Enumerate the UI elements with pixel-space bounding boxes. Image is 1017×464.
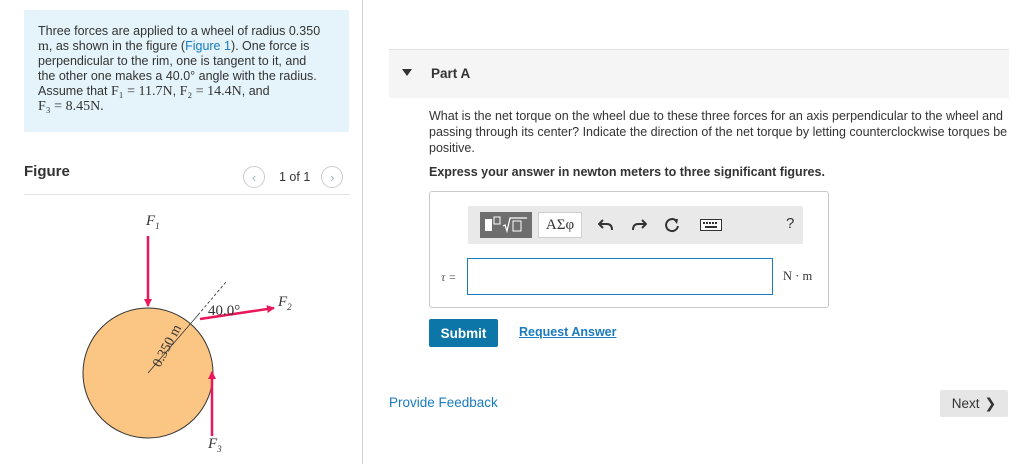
reset-icon bbox=[665, 218, 679, 233]
keyboard-button[interactable] bbox=[698, 215, 724, 235]
figure-link[interactable]: Figure 1 bbox=[185, 39, 231, 53]
pager-text: 1 of 1 bbox=[279, 170, 311, 184]
next-label: Next bbox=[951, 396, 980, 411]
f3-label: F3 bbox=[207, 436, 222, 454]
left-panel: Three forces are applied to a wheel of r… bbox=[0, 0, 363, 464]
request-answer-link[interactable]: Request Answer bbox=[519, 325, 616, 339]
chevron-right-icon: ❯ bbox=[984, 395, 997, 411]
undo-icon bbox=[598, 219, 613, 231]
figure-title: Figure bbox=[24, 163, 70, 180]
answer-variable-label: τ = bbox=[441, 270, 457, 284]
question-text: What is the net torque on the wheel due … bbox=[429, 109, 1008, 155]
problem-text: Assume that bbox=[38, 84, 108, 98]
undo-button[interactable] bbox=[595, 215, 617, 235]
redo-icon bbox=[632, 219, 647, 231]
problem-text: perpendicular to the rim, one is tangent… bbox=[38, 54, 307, 68]
radius-unit: m bbox=[38, 39, 49, 54]
problem-text: , as shown in the figure ( bbox=[48, 39, 186, 53]
right-panel: Part A What is the net torque on the whe… bbox=[363, 0, 1017, 464]
f1-label: F1 bbox=[145, 213, 160, 231]
figure-divider bbox=[24, 194, 350, 195]
angle-label: 40.0° bbox=[208, 303, 240, 319]
redo-button[interactable] bbox=[628, 215, 650, 235]
wheel-force-diagram: F1 F2 F3 40.0° 0.350 m bbox=[82, 213, 292, 454]
prev-figure-button[interactable]: ‹ bbox=[243, 166, 265, 188]
chevron-left-icon: ‹ bbox=[251, 169, 257, 185]
answer-box: ΑΣφ ? τ = N · m bbox=[429, 191, 829, 308]
answer-input[interactable] bbox=[467, 258, 773, 295]
problem-text: Three forces are applied to a wheel of r… bbox=[38, 24, 286, 38]
radius-value: 0.350 bbox=[288, 24, 321, 38]
reset-button[interactable] bbox=[661, 215, 683, 235]
problem-text: , and bbox=[241, 84, 270, 98]
help-button[interactable]: ? bbox=[786, 215, 794, 232]
chevron-right-icon: › bbox=[330, 169, 335, 185]
f1-equation: F₁ = 11.7N bbox=[110, 84, 173, 99]
collapse-triangle-icon bbox=[402, 69, 412, 76]
templates-button[interactable] bbox=[480, 212, 532, 238]
next-figure-button[interactable]: › bbox=[321, 166, 344, 188]
part-a-header[interactable]: Part A bbox=[389, 49, 1009, 98]
answer-units: N · m bbox=[783, 269, 813, 283]
problem-text: the other one makes a 40.0° angle with t… bbox=[38, 69, 317, 83]
next-button[interactable]: Next ❯ bbox=[940, 390, 1008, 417]
part-label: Part A bbox=[431, 66, 471, 81]
answer-instruction: Express your answer in newton meters to … bbox=[429, 165, 825, 179]
keyboard-icon bbox=[700, 219, 722, 231]
problem-text: ). One force is bbox=[230, 39, 310, 53]
problem-statement: Three forces are applied to a wheel of r… bbox=[24, 10, 349, 132]
f2-label: F2 bbox=[277, 294, 292, 312]
submit-button[interactable]: Submit bbox=[429, 319, 498, 347]
provide-feedback-link[interactable]: Provide Feedback bbox=[389, 395, 498, 410]
f2-equation: F₂ = 14.4N bbox=[179, 84, 242, 99]
templates-icon bbox=[485, 216, 527, 234]
f3-equation: F₃ = 8.45N. bbox=[38, 99, 104, 114]
greek-symbols-button[interactable]: ΑΣφ bbox=[538, 212, 582, 238]
math-toolbar: ΑΣφ ? bbox=[468, 206, 803, 244]
figure-pager: ‹ 1 of 1 › bbox=[243, 164, 344, 190]
